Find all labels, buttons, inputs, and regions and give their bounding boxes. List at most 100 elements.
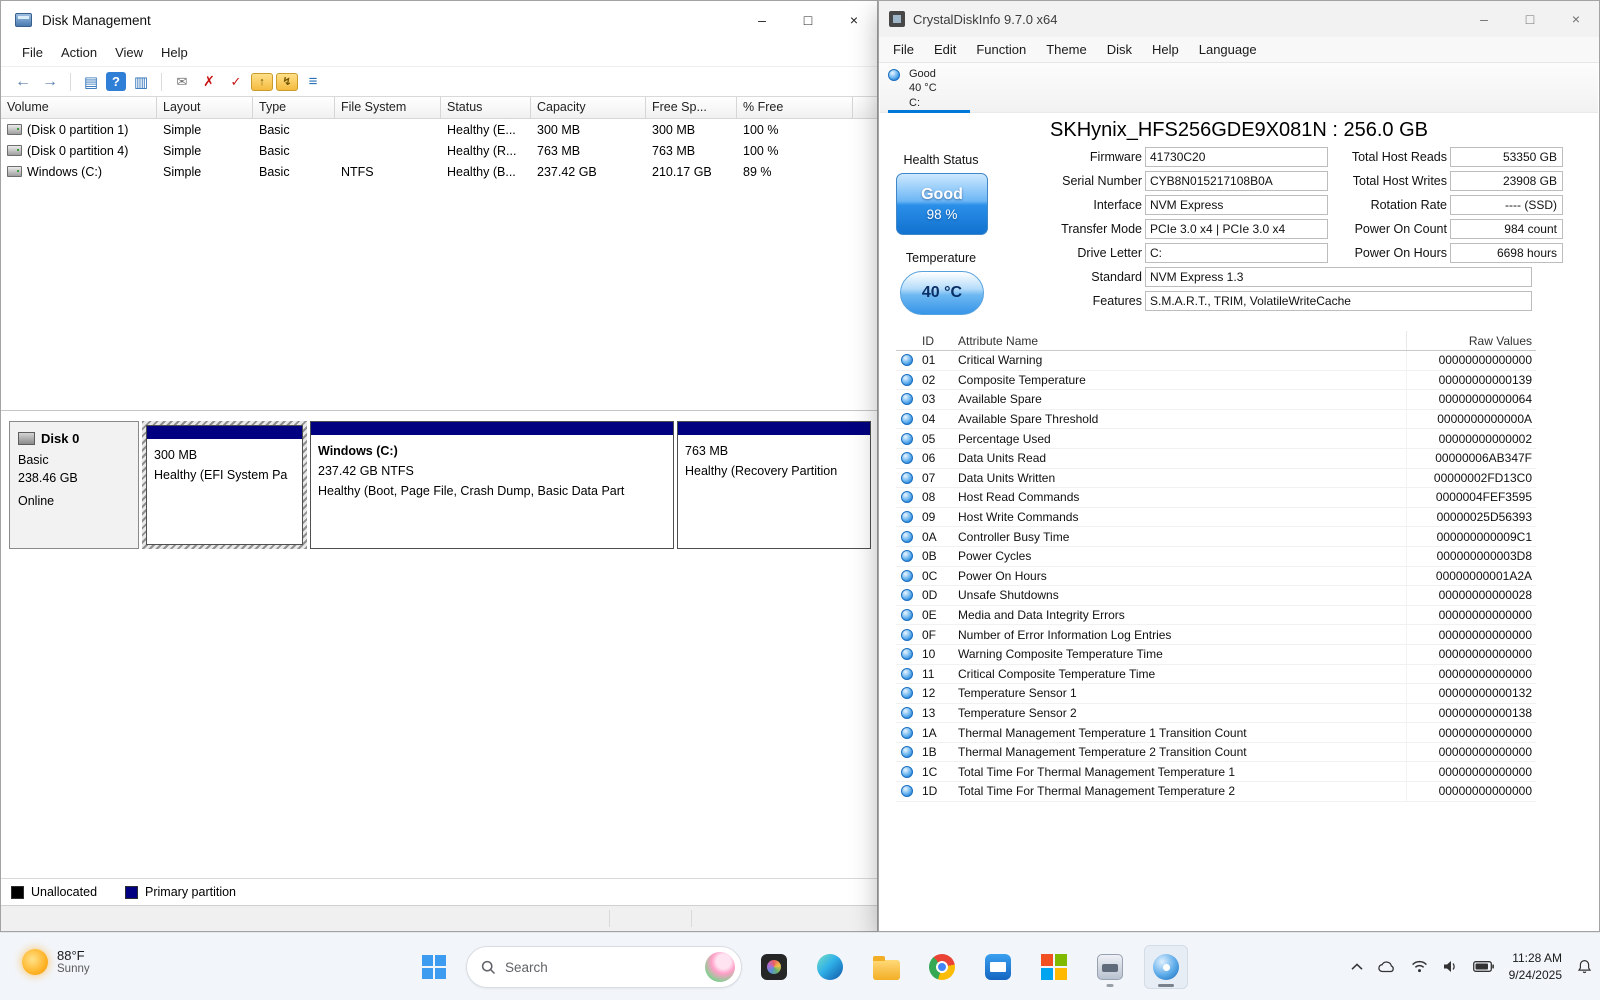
- help-icon[interactable]: ?: [106, 72, 126, 91]
- mark-active-icon[interactable]: ✓: [224, 71, 248, 93]
- forward-icon[interactable]: →: [38, 71, 62, 93]
- smart-status-dot-icon: [901, 393, 913, 405]
- maximize-button[interactable]: □: [1507, 1, 1553, 37]
- search-box[interactable]: [466, 946, 742, 988]
- menu-item[interactable]: Help: [1142, 40, 1189, 59]
- smart-status-dot-icon: [901, 746, 913, 758]
- smart-attr-raw: 00000000000000: [1406, 645, 1536, 664]
- shrink-volume-icon[interactable]: ↯: [276, 73, 298, 91]
- column-header[interactable]: Free Sp...: [646, 97, 737, 118]
- volume-status: Healthy (E...: [441, 123, 531, 137]
- smart-attr-raw: 00000025D56393: [1406, 508, 1536, 527]
- volume-row[interactable]: Windows (C:) Simple Basic NTFS Healthy (…: [1, 161, 877, 182]
- file-explorer-icon[interactable]: [864, 945, 908, 989]
- menu-item[interactable]: Help: [152, 42, 197, 63]
- search-input[interactable]: [505, 960, 696, 975]
- column-header[interactable]: Layout: [157, 97, 253, 118]
- minimize-button[interactable]: –: [1461, 1, 1507, 37]
- minimize-button[interactable]: –: [739, 1, 785, 39]
- crystaldiskinfo-taskbar-icon[interactable]: [1144, 945, 1188, 989]
- partition-title: Windows (C:): [318, 441, 666, 461]
- weather-temp: 88°F: [57, 948, 90, 963]
- menu-item[interactable]: File: [883, 40, 924, 59]
- partition-recovery[interactable]: 763 MB Healthy (Recovery Partition: [677, 421, 871, 549]
- volume-capacity: 237.42 GB: [531, 165, 646, 179]
- menu-item[interactable]: Function: [966, 40, 1036, 59]
- notifications-bell-icon[interactable]: [1577, 959, 1592, 974]
- search-daily-image[interactable]: [705, 952, 735, 982]
- menu-item[interactable]: Disk: [1097, 40, 1142, 59]
- volume-icon[interactable]: [1443, 960, 1458, 973]
- column-header[interactable]: Volume: [1, 97, 157, 118]
- menu-item[interactable]: Language: [1189, 40, 1267, 59]
- info-value: 6698 hours: [1450, 243, 1563, 263]
- info-value: 53350 GB: [1450, 147, 1563, 167]
- weather-widget[interactable]: 88°F Sunny: [14, 944, 98, 979]
- smart-attr-raw: 00000000000000: [1406, 665, 1536, 684]
- dialog-icon[interactable]: ✉: [170, 71, 194, 93]
- drive-tab-c[interactable]: Good 40 °C C:: [888, 66, 970, 113]
- smart-attr-raw: 00000000000000: [1406, 762, 1536, 781]
- properties-icon[interactable]: ≡: [301, 71, 325, 93]
- volume-row[interactable]: (Disk 0 partition 1) Simple Basic Health…: [1, 119, 877, 140]
- partition-efi-selected[interactable]: 300 MB Healthy (EFI System Pa: [142, 421, 307, 549]
- smart-row: 06 Data Units Read 00000006AB347F: [896, 449, 1536, 469]
- delete-volume-icon[interactable]: ✗: [197, 71, 221, 93]
- volume-row[interactable]: (Disk 0 partition 4) Simple Basic Health…: [1, 140, 877, 161]
- maximize-button[interactable]: □: [785, 1, 831, 39]
- edge-icon[interactable]: [808, 945, 852, 989]
- photos-icon[interactable]: [752, 945, 796, 989]
- partition-windows-c[interactable]: Windows (C:) 237.42 GB NTFS Healthy (Boo…: [310, 421, 674, 549]
- battery-icon[interactable]: [1473, 961, 1494, 972]
- close-button[interactable]: ×: [1553, 1, 1599, 37]
- toolbar-separator: [161, 73, 162, 91]
- smart-attr-id: 1C: [918, 765, 950, 779]
- extend-volume-icon[interactable]: ↑: [251, 73, 273, 91]
- temperature-button[interactable]: 40 °C: [900, 271, 984, 315]
- taskbar-clock[interactable]: 11:28 AM 9/24/2025: [1509, 950, 1562, 982]
- show-hidden-icons-chevron[interactable]: [1351, 963, 1363, 971]
- disk-management-taskbar-icon[interactable]: [1088, 945, 1132, 989]
- mail-icon[interactable]: [976, 945, 1020, 989]
- disk-management-window: Disk Management – □ × FileActionViewHelp…: [0, 0, 878, 932]
- clock-date: 9/24/2025: [1509, 967, 1562, 983]
- chrome-icon[interactable]: [920, 945, 964, 989]
- wifi-icon[interactable]: [1411, 960, 1428, 973]
- column-header[interactable]: % Free: [737, 97, 853, 118]
- volume-name: (Disk 0 partition 1): [27, 123, 128, 137]
- drive-status-dot-icon: [888, 69, 900, 81]
- health-status-button[interactable]: Good 98 %: [896, 173, 988, 235]
- smart-attr-name: Host Read Commands: [950, 490, 1406, 504]
- close-button[interactable]: ×: [831, 1, 877, 39]
- action-pane-icon[interactable]: ▥: [129, 71, 153, 93]
- smart-status-dot-icon: [901, 491, 913, 503]
- column-header[interactable]: Status: [441, 97, 531, 118]
- info-row: Features S.M.A.R.T., TRIM, VolatileWrite…: [1000, 291, 1532, 311]
- back-icon[interactable]: ←: [11, 71, 35, 93]
- system-tray: 11:28 AM 9/24/2025: [1351, 933, 1592, 1000]
- partition-color-bar: [678, 422, 870, 435]
- column-header[interactable]: Capacity: [531, 97, 646, 118]
- volume-status: Healthy (B...: [441, 165, 531, 179]
- smart-attr-name: Critical Warning: [950, 353, 1406, 367]
- drive-icon: [7, 145, 22, 156]
- smart-attr-name: Thermal Management Temperature 2 Transit…: [950, 745, 1406, 759]
- start-button[interactable]: [412, 945, 456, 989]
- menu-item[interactable]: Theme: [1036, 40, 1096, 59]
- smart-attr-raw: 000000000009C1: [1406, 527, 1536, 546]
- info-row: Total Host Writes 23908 GB: [1327, 171, 1563, 191]
- menu-item[interactable]: View: [106, 42, 152, 63]
- microsoft-store-icon[interactable]: [1032, 945, 1076, 989]
- onedrive-icon[interactable]: [1378, 960, 1396, 973]
- column-header[interactable]: Type: [253, 97, 335, 118]
- menu-item[interactable]: File: [13, 42, 52, 63]
- console-tree-icon[interactable]: ▤: [79, 71, 103, 93]
- smart-attr-raw: 00000000000139: [1406, 371, 1536, 390]
- volume-pct-free: 100 %: [737, 123, 853, 137]
- smart-status-dot-icon: [901, 511, 913, 523]
- disk-0-info-box[interactable]: Disk 0 Basic 238.46 GB Online: [9, 421, 139, 549]
- menu-item[interactable]: Edit: [924, 40, 966, 59]
- disk-graphic-pane: Disk 0 Basic 238.46 GB Online 300 MB Hea…: [1, 411, 877, 905]
- column-header[interactable]: File System: [335, 97, 441, 118]
- menu-item[interactable]: Action: [52, 42, 106, 63]
